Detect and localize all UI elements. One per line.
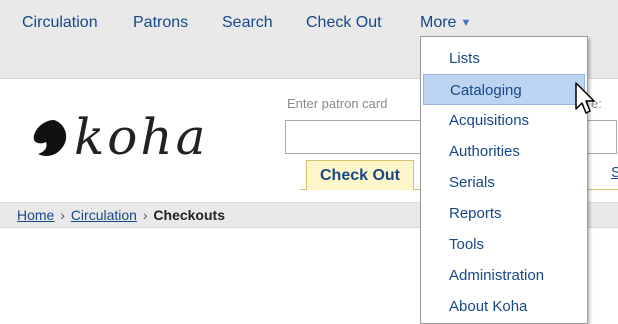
koha-leaf-icon <box>33 120 67 156</box>
breadcrumb-circulation[interactable]: Circulation <box>71 207 137 223</box>
koha-logo: koha <box>30 108 260 172</box>
breadcrumb-home[interactable]: Home <box>17 207 54 223</box>
menu-item-authorities[interactable]: Authorities <box>423 136 585 167</box>
nav-more[interactable]: More ▼ <box>420 14 471 32</box>
more-dropdown-menu: Lists Cataloging Acquisitions Authoritie… <box>420 36 588 324</box>
caret-down-icon: ▼ <box>460 17 472 29</box>
breadcrumb-separator: › <box>142 207 148 223</box>
koha-circulation-page: Circulation Patrons Search Check Out Mor… <box>0 0 618 324</box>
patron-card-label: Enter patron card <box>287 96 388 111</box>
menu-item-lists[interactable]: Lists <box>423 43 585 74</box>
menu-item-cataloging[interactable]: Cataloging <box>423 74 585 105</box>
nav-more-label: More <box>420 14 457 31</box>
nav-search[interactable]: Search <box>222 14 273 32</box>
tab-check-out[interactable]: Check Out <box>306 160 414 190</box>
breadcrumb-separator: › <box>60 207 65 223</box>
menu-item-acquisitions[interactable]: Acquisitions <box>423 105 585 136</box>
tab-search-partial[interactable]: S <box>611 164 618 181</box>
menu-item-about-koha[interactable]: About Koha <box>423 291 585 322</box>
menu-item-reports[interactable]: Reports <box>423 198 585 229</box>
menu-item-serials[interactable]: Serials <box>423 167 585 198</box>
logo-text: koha <box>74 108 209 166</box>
mouse-pointer-icon <box>575 82 595 114</box>
menu-item-administration[interactable]: Administration <box>423 260 585 291</box>
nav-check-out[interactable]: Check Out <box>306 14 382 32</box>
nav-patrons[interactable]: Patrons <box>133 14 188 32</box>
menu-item-tools[interactable]: Tools <box>423 229 585 260</box>
breadcrumb-current: Checkouts <box>153 207 225 223</box>
nav-circulation[interactable]: Circulation <box>22 14 98 32</box>
